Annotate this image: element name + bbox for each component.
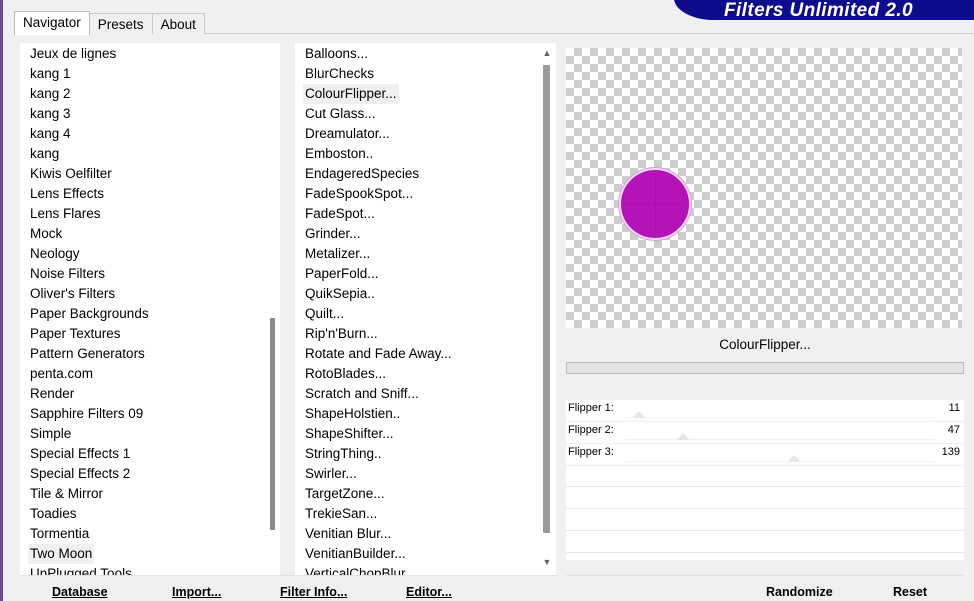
category-item[interactable]: Two Moon <box>28 544 95 564</box>
category-scrollbar[interactable] <box>262 43 280 575</box>
filter-item[interactable]: Grinder... <box>303 224 363 244</box>
category-item[interactable]: penta.com <box>28 364 95 384</box>
category-item[interactable]: Pattern Generators <box>28 344 147 364</box>
param-row-flipper-2[interactable]: Flipper 2: 47 <box>566 422 964 443</box>
editor-button[interactable]: Editor... <box>406 584 452 601</box>
filter-item[interactable]: Balloons... <box>303 44 370 64</box>
category-item[interactable]: UnPlugged Tools <box>28 564 134 575</box>
param-empty-divider <box>566 486 964 487</box>
filter-item[interactable]: Scratch and Sniff... <box>303 384 421 404</box>
tab-bar: Navigator Presets About <box>14 11 205 35</box>
param-slider-thumb[interactable] <box>632 411 647 418</box>
scroll-up-icon[interactable]: ▲ <box>541 47 553 59</box>
category-item[interactable]: kang 2 <box>28 84 73 104</box>
category-item[interactable]: kang <box>28 144 61 164</box>
filter-item[interactable]: Cut Glass... <box>303 104 378 124</box>
category-scroll-thumb[interactable] <box>270 318 275 530</box>
import-button[interactable]: Import... <box>172 584 221 601</box>
param-label: Flipper 2: <box>568 424 614 436</box>
param-empty-divider <box>566 552 964 553</box>
category-list[interactable]: Jeux de lignes kang 1 kang 2 kang 3 kang 4 ka… <box>20 43 262 575</box>
reset-button[interactable]: Reset <box>893 584 927 601</box>
param-empty-divider <box>566 530 964 531</box>
window-left-edge <box>0 0 3 601</box>
filter-item[interactable]: Metalizer... <box>303 244 372 264</box>
param-value: 11 <box>948 402 960 414</box>
category-item[interactable]: Jeux de lignes <box>28 44 118 64</box>
param-slider-track[interactable] <box>626 439 934 440</box>
category-item[interactable]: Special Effects 1 <box>28 444 132 464</box>
filter-item[interactable]: PaperFold... <box>303 264 381 284</box>
category-item[interactable]: Paper Textures <box>28 324 123 344</box>
filter-item[interactable]: Rip'n'Burn... <box>303 324 380 344</box>
filter-item[interactable]: Quilt... <box>303 304 346 324</box>
category-item[interactable]: Neology <box>28 244 82 264</box>
filter-item[interactable]: Venitian Blur... <box>303 524 393 544</box>
category-item[interactable]: Toadies <box>28 504 79 524</box>
category-item[interactable]: Lens Flares <box>28 204 103 224</box>
param-label: Flipper 3: <box>568 446 614 458</box>
filter-item[interactable]: Swirler... <box>303 464 359 484</box>
filter-item[interactable]: StringThing.. <box>303 444 384 464</box>
param-slider-thumb[interactable] <box>786 455 801 462</box>
preview-shape <box>619 168 691 240</box>
category-item[interactable]: Tile & Mirror <box>28 484 105 504</box>
filter-scroll-thumb[interactable] <box>543 65 550 533</box>
preview-canvas <box>566 48 962 328</box>
category-item[interactable]: Paper Backgrounds <box>28 304 151 324</box>
category-item[interactable]: Render <box>28 384 76 404</box>
param-slider-thumb[interactable] <box>675 433 690 440</box>
filter-item[interactable]: VerticalChopBlur... <box>303 564 418 575</box>
category-item[interactable]: Sapphire Filters 09 <box>28 404 145 424</box>
filter-scrollbar[interactable]: ▲ ▼ <box>538 43 556 575</box>
app-title: Filters Unlimited 2.0 <box>724 0 913 21</box>
progress-bar <box>566 362 964 374</box>
filter-list[interactable]: Balloons... BlurChecks ColourFlipper... Cut… <box>295 43 538 575</box>
category-item[interactable]: Oliver's Filters <box>28 284 117 304</box>
scroll-down-icon[interactable]: ▼ <box>541 556 553 568</box>
database-button[interactable]: Database <box>52 584 108 601</box>
filter-item[interactable]: TargetZone... <box>303 484 387 504</box>
filter-item[interactable]: EndageredSpecies <box>303 164 421 184</box>
param-row-flipper-1[interactable]: Flipper 1: 11 <box>566 400 964 421</box>
param-label: Flipper 1: <box>568 402 614 414</box>
filter-item[interactable]: Rotate and Fade Away... <box>303 344 454 364</box>
param-slider-track[interactable] <box>626 417 934 418</box>
category-item[interactable]: Special Effects 2 <box>28 464 132 484</box>
tab-presets[interactable]: Presets <box>88 13 153 34</box>
filter-item[interactable]: Dreamulator... <box>303 124 392 144</box>
filter-item[interactable]: RotoBlades... <box>303 364 388 384</box>
filter-item[interactable]: Emboston.. <box>303 144 375 164</box>
filter-item[interactable]: FadeSpookSpot... <box>303 184 415 204</box>
param-slider-track[interactable] <box>626 461 934 462</box>
randomize-button[interactable]: Randomize <box>766 584 833 601</box>
category-item[interactable]: Tormentia <box>28 524 91 544</box>
category-item[interactable]: kang 4 <box>28 124 73 144</box>
filter-item[interactable]: ColourFlipper... <box>303 84 399 104</box>
category-item[interactable]: kang 1 <box>28 64 73 84</box>
category-item[interactable]: Mock <box>28 224 64 244</box>
filter-item[interactable]: ShapeShifter... <box>303 424 396 444</box>
category-item[interactable]: Kiwis Oelfilter <box>28 164 114 184</box>
param-empty-divider <box>566 508 964 509</box>
tab-navigator[interactable]: Navigator <box>14 11 90 35</box>
filter-item[interactable]: VenitianBuilder... <box>303 544 408 564</box>
category-item[interactable]: kang 3 <box>28 104 73 124</box>
category-item[interactable]: Lens Effects <box>28 184 106 204</box>
param-divider <box>566 465 964 466</box>
category-item[interactable]: Simple <box>28 424 73 444</box>
tab-about[interactable]: About <box>151 13 205 34</box>
parameter-panel: Flipper 1: 11 Flipper 2: 47 Flipper 3: 139 <box>566 400 964 560</box>
filter-item[interactable]: TrekieSan... <box>303 504 379 524</box>
param-value: 47 <box>947 424 960 436</box>
param-row-flipper-3[interactable]: Flipper 3: 139 <box>566 444 964 465</box>
filter-item[interactable]: QuikSepia.. <box>303 284 377 304</box>
filter-item[interactable]: BlurChecks <box>303 64 376 84</box>
category-item[interactable]: Noise Filters <box>28 264 107 284</box>
selected-filter-name: ColourFlipper... <box>719 337 811 352</box>
filter-item[interactable]: FadeSpot... <box>303 204 377 224</box>
filter-item[interactable]: ShapeHolstien.. <box>303 404 402 424</box>
param-value: 139 <box>941 446 960 458</box>
filter-info-button[interactable]: Filter Info... <box>280 584 347 601</box>
